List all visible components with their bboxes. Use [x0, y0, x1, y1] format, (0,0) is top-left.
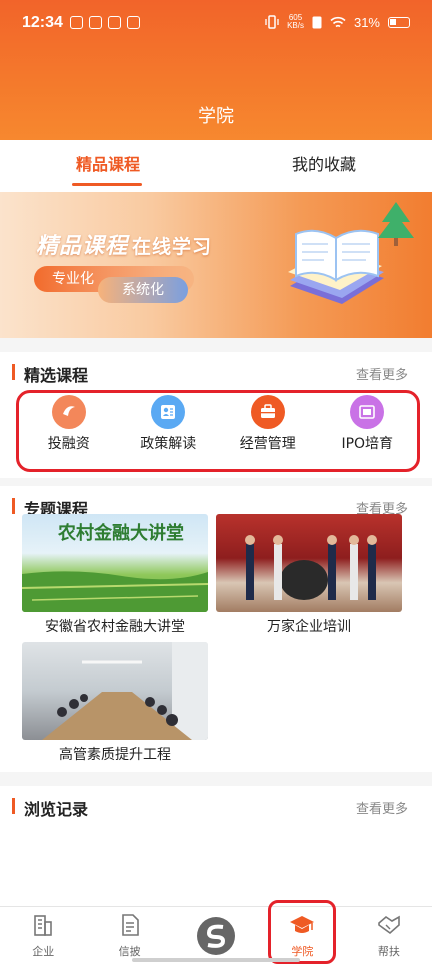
tree-decoration-icon [378, 202, 414, 246]
page-title: 学院 [198, 106, 234, 127]
wifi-icon [330, 16, 346, 27]
course-thumbnail [216, 514, 402, 612]
category-finance[interactable]: 投融资 [19, 393, 119, 469]
course-image-caption: 农村金融大讲堂 [58, 523, 184, 544]
notification-icons [70, 16, 140, 29]
document-icon [121, 914, 139, 936]
nav-disclosure[interactable]: 信披 [86, 907, 172, 964]
bottom-nav: 企业 信披 学院 帮扶 [0, 906, 432, 964]
logo-icon [197, 917, 236, 955]
academy-highlight-box [268, 900, 336, 964]
status-right: 605 KB/s 31% [265, 14, 410, 30]
handshake-icon [378, 915, 400, 935]
promo-banner[interactable]: 精品课程 在线学习 专业化 系统化 [0, 192, 432, 338]
course-card[interactable]: 万家企业培训 [216, 514, 402, 636]
sim-icon [312, 16, 322, 28]
status-bar: 12:34 605 KB/s 31% [0, 0, 432, 44]
notification-icon [108, 16, 121, 29]
course-card[interactable]: 高管素质提升工程 [22, 642, 208, 764]
course-thumbnail [22, 642, 208, 740]
category-ipo[interactable]: IPO培育 [318, 393, 418, 469]
network-speed: 605 KB/s [287, 13, 304, 30]
history-more-link[interactable]: 查看更多 [356, 798, 408, 817]
course-thumbnail: 农村金融大讲堂 [22, 514, 208, 612]
notification-icon [127, 16, 140, 29]
category-policy[interactable]: 政策解读 [119, 393, 219, 469]
header: 12:34 605 KB/s 31% 学院 [0, 0, 432, 140]
battery-icon [388, 16, 410, 28]
tab-bar: 精品课程 我的收藏 [0, 140, 432, 192]
notification-icon [89, 16, 102, 29]
category-management[interactable]: 经营管理 [218, 393, 318, 469]
category-grid: 投融资 政策解读 经营管理 IPO培育 [16, 390, 420, 472]
nav-support[interactable]: 帮扶 [346, 907, 432, 964]
status-time: 12:34 [22, 14, 63, 31]
tab-premium-courses[interactable]: 精品课程 [0, 140, 216, 192]
browse-history-section: 浏览记录 查看更多 [0, 786, 432, 906]
briefcase-icon [250, 395, 285, 429]
battery-percent: 31% [353, 14, 380, 30]
tab-my-favorites[interactable]: 我的收藏 [216, 140, 432, 192]
banner-title: 精品课程 在线学习 [36, 234, 213, 259]
finance-icon [51, 395, 86, 429]
vibrate-icon [265, 15, 279, 29]
history-title: 浏览记录 [24, 800, 89, 819]
banner-tag-systematic: 系统化 [98, 277, 188, 303]
featured-title: 精选课程 [24, 366, 89, 385]
home-indicator[interactable] [132, 958, 300, 962]
course-card[interactable]: 农村金融大讲堂 安徽省农村金融大讲堂 [22, 514, 208, 636]
nav-home-logo[interactable] [173, 907, 259, 964]
policy-icon [151, 395, 186, 429]
building-icon [34, 915, 53, 936]
featured-more-link[interactable]: 查看更多 [356, 364, 408, 383]
nav-enterprise[interactable]: 企业 [0, 907, 86, 964]
ipo-icon [350, 395, 385, 429]
notification-icon [70, 16, 83, 29]
